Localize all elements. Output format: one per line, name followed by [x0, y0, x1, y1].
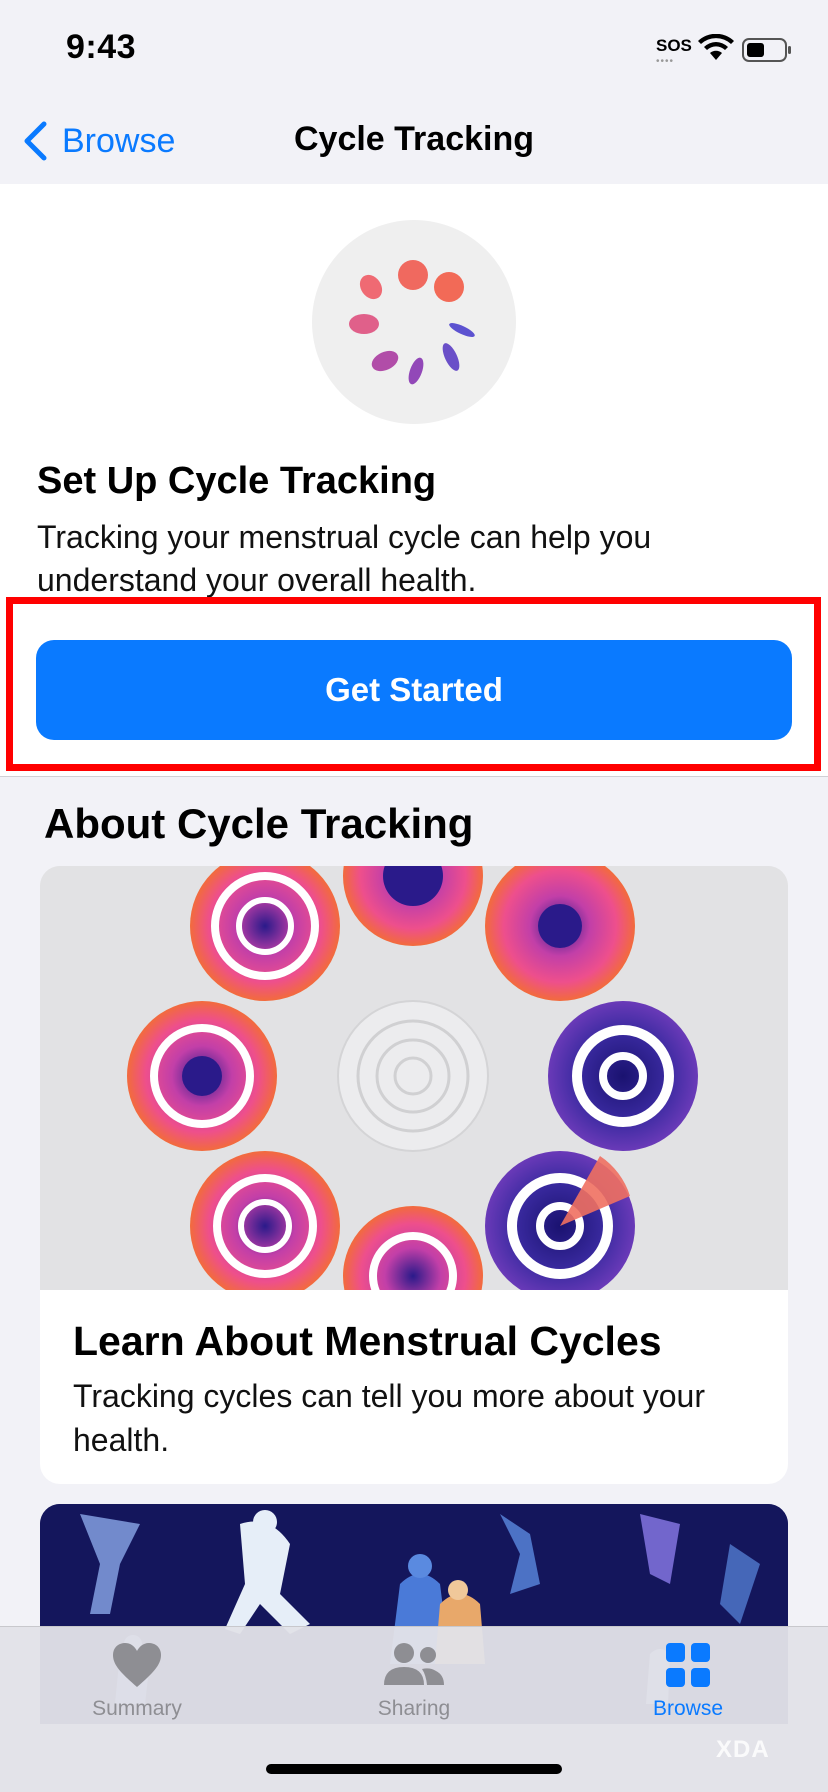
tab-summary-label: Summary — [92, 1697, 182, 1720]
tab-browse[interactable]: Browse — [598, 1641, 778, 1741]
sos-indicator: SOS — [656, 36, 692, 55]
tab-sharing[interactable]: Sharing — [324, 1641, 504, 1741]
setup-description: Tracking your menstrual cycle can help y… — [37, 519, 652, 598]
tab-browse-label: Browse — [652, 1697, 724, 1720]
page-title: Cycle Tracking — [293, 120, 534, 158]
signal-dots-icon: •••• — [656, 56, 675, 67]
status-bar: 9:43 SOS •••• — [0, 0, 828, 100]
navigation-bar: Browse Cycle Tracking — [0, 100, 828, 184]
grid-icon — [666, 1643, 710, 1687]
watermark: XDA — [716, 1736, 770, 1763]
setup-title: Set Up Cycle Tracking — [37, 460, 437, 502]
battery-icon — [742, 38, 791, 62]
article-description: Tracking cycles can tell you more about … — [73, 1378, 705, 1458]
tab-sharing-label: Sharing — [377, 1697, 451, 1720]
tab-summary[interactable]: Summary — [47, 1641, 227, 1741]
wifi-icon — [698, 34, 734, 60]
about-heading: About Cycle Tracking — [44, 800, 474, 847]
get-started-button[interactable]: Get Started — [36, 640, 792, 740]
divider — [0, 776, 828, 777]
article-card-menstrual-cycles[interactable]: Learn About Menstrual Cycles Tracking cy… — [40, 866, 788, 1484]
people-icon — [384, 1643, 444, 1685]
article-title: Learn About Menstrual Cycles — [73, 1318, 662, 1364]
heart-icon — [113, 1643, 161, 1687]
home-indicator[interactable] — [266, 1764, 562, 1774]
article-illustration — [40, 866, 788, 1290]
cycle-tracking-icon — [312, 220, 516, 424]
status-time: 9:43 — [66, 28, 137, 66]
